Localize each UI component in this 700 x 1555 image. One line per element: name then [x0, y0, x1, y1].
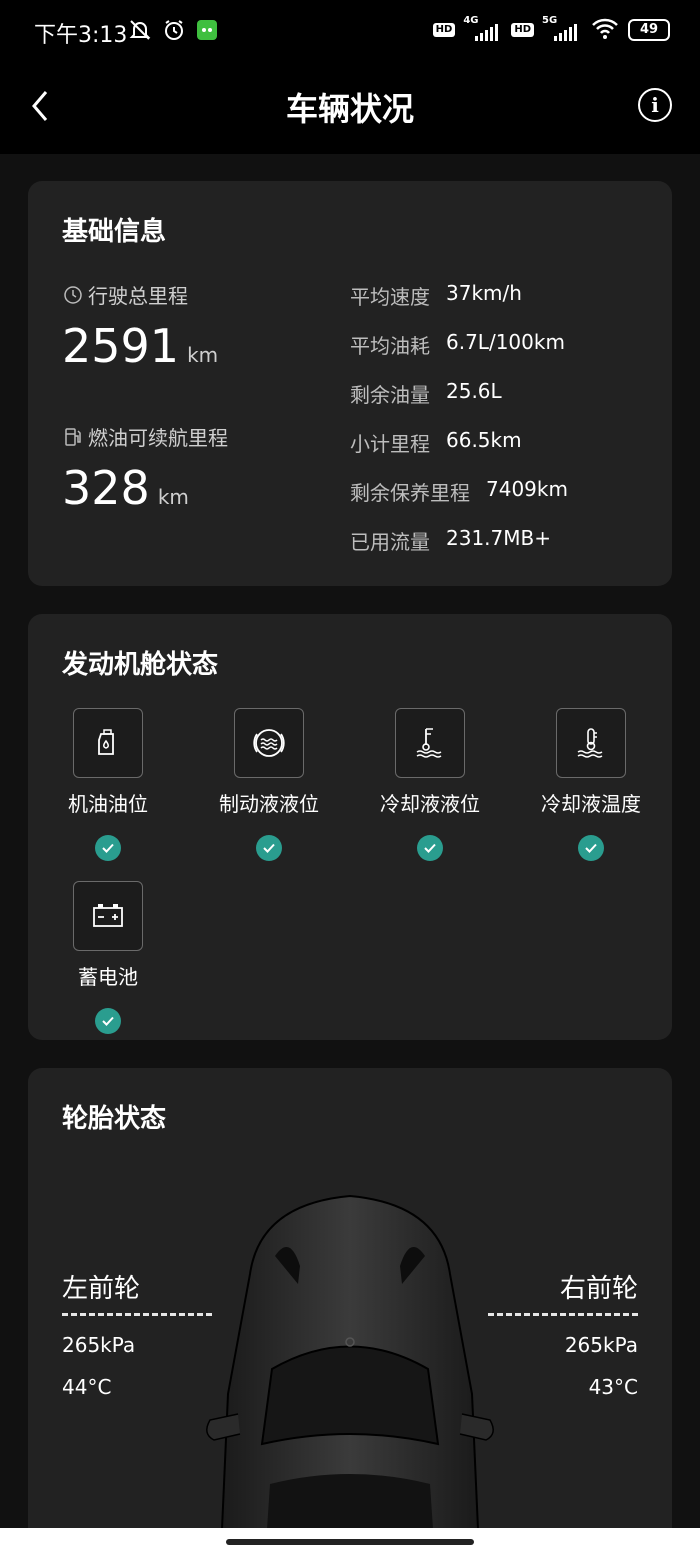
total-mileage-label: 行驶总里程 [88, 284, 188, 308]
engine-status-card: 发动机舱状态 机油油位 制动液液位 冷却液液位 冷却液温度 蓄电池 [28, 614, 672, 1040]
front-left-tire-label: 左前轮 [62, 1274, 141, 1304]
page-title: 车辆状况 [285, 90, 414, 128]
icon-box [234, 708, 304, 778]
stat-row: 小计里程 66.5km [350, 428, 522, 457]
total-mileage-value: 2591 [62, 319, 180, 373]
signal-bars-icon [554, 24, 577, 41]
info-icon: i [651, 93, 659, 117]
engine-item-label: 机油油位 [68, 792, 148, 816]
stat-row: 剩余保养里程 7409km [350, 477, 568, 506]
stat-label: 剩余保养里程 [350, 481, 470, 505]
timer-icon [64, 285, 82, 304]
coolant-level-icon [416, 728, 442, 758]
stat-label: 平均速度 [350, 285, 430, 309]
brake-fluid-icon [253, 729, 285, 757]
home-indicator-bar [0, 1528, 700, 1555]
fuel-range-label-row: 燃油可续航里程 [62, 422, 228, 451]
status-bar: 下午3:13 HD 4G HD 5G 49 [0, 0, 700, 64]
icon-box [73, 881, 143, 951]
stat-label: 小计里程 [350, 432, 430, 456]
mute-bell-icon [128, 18, 152, 46]
check-ok-icon [417, 835, 443, 861]
battery-icon [93, 904, 123, 927]
check-ok-icon [578, 835, 604, 861]
basic-info-title: 基础信息 [62, 217, 167, 247]
stat-row: 已用流量 231.7MB+ [350, 526, 551, 555]
stat-value: 25.6L [446, 379, 502, 403]
stat-value: 7409km [486, 477, 568, 501]
engine-item-label: 冷却液液位 [380, 792, 480, 816]
status-time: 下午3:13 [34, 23, 128, 48]
tire-status-title: 轮胎状态 [62, 1104, 167, 1134]
signal-bars-icon [475, 24, 499, 41]
front-right-divider [488, 1313, 638, 1316]
icon-box [395, 708, 465, 778]
stat-row: 平均油耗 6.7L/100km [350, 330, 565, 359]
stat-value: 66.5km [446, 428, 522, 452]
engine-item-battery[interactable]: 蓄电池 [48, 881, 168, 1034]
check-ok-icon [95, 1008, 121, 1034]
stat-row: 平均速度 37km/h [350, 281, 522, 310]
engine-item-label: 蓄电池 [78, 965, 138, 989]
icon-box [73, 708, 143, 778]
wifi-icon [590, 16, 620, 44]
stat-row: 剩余油量 25.6L [350, 379, 502, 408]
oil-can-icon [98, 729, 114, 755]
stat-label: 剩余油量 [350, 383, 430, 407]
status-left-icons [128, 18, 218, 46]
front-left-pressure: 265kPa [62, 1333, 136, 1357]
total-mileage-unit: km [187, 343, 219, 367]
engine-item-label: 冷却液温度 [541, 792, 641, 816]
fuel-pump-icon [65, 427, 81, 446]
tire-status-card: 轮胎状态 左前轮 265kPa 44°C 右前轮 265kPa 43°C [28, 1068, 672, 1548]
front-right-temperature: 43°C [588, 1375, 638, 1399]
app-notification-icon [196, 19, 218, 45]
front-right-pressure: 265kPa [564, 1333, 638, 1357]
stat-label: 已用流量 [350, 530, 430, 554]
car-top-view-image [206, 1194, 494, 1548]
fuel-range-value-row: 328 km [62, 461, 189, 515]
icon-box [556, 708, 626, 778]
engine-item-coolant-temp[interactable]: 冷却液温度 [531, 708, 651, 861]
hd-badge-2: HD [511, 23, 534, 37]
hd-badge: HD [432, 23, 456, 37]
engine-item-coolant-level[interactable]: 冷却液液位 [370, 708, 490, 861]
fuel-range-label: 燃油可续航里程 [88, 426, 228, 450]
fuel-range-unit: km [157, 485, 189, 509]
battery-indicator: 49 [628, 19, 670, 41]
coolant-temperature-icon [577, 728, 603, 758]
app-bar: 车辆状况 i [0, 64, 700, 154]
stat-value: 231.7MB+ [446, 526, 551, 550]
alarm-clock-icon [162, 18, 186, 46]
front-left-temperature: 44°C [62, 1375, 112, 1399]
check-ok-icon [95, 835, 121, 861]
front-right-tire-label: 右前轮 [559, 1274, 638, 1304]
stat-value: 37km/h [446, 281, 522, 305]
signal-4g: 4G [463, 15, 503, 43]
total-mileage-label-row: 行驶总里程 [62, 280, 188, 309]
basic-info-card: 基础信息 行驶总里程 2591 km 燃油可续航里程 328 km 平均速度 37km… [28, 181, 672, 586]
signal-5g: 5G [542, 15, 582, 43]
engine-item-oil[interactable]: 机油油位 [48, 708, 168, 861]
engine-item-brake-fluid[interactable]: 制动液液位 [209, 708, 329, 861]
info-button[interactable]: i [638, 88, 672, 122]
engine-item-label: 制动液液位 [219, 792, 319, 816]
home-indicator[interactable] [226, 1539, 474, 1545]
engine-status-title: 发动机舱状态 [62, 650, 219, 680]
fuel-range-value: 328 [62, 461, 150, 515]
status-right-icons: HD 4G HD 5G 49 [432, 15, 670, 44]
check-ok-icon [256, 835, 282, 861]
stat-value: 6.7L/100km [446, 330, 565, 354]
total-mileage-value-row: 2591 km [62, 319, 218, 373]
stat-label: 平均油耗 [350, 334, 430, 358]
front-left-divider [62, 1313, 212, 1316]
